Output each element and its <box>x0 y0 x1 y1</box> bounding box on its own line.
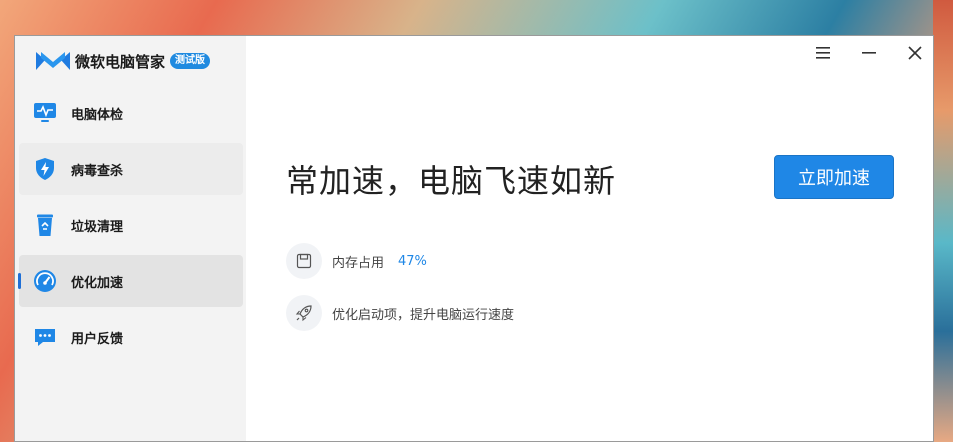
hamburger-icon <box>816 47 830 59</box>
speed-up-now-button[interactable]: 立即加速 <box>774 155 894 199</box>
chat-bubble-icon <box>35 329 55 346</box>
startup-optimize-row: 优化启动项，提升电脑运行速度 <box>286 295 514 331</box>
close-button[interactable] <box>901 43 929 63</box>
startup-optimize-label: 优化启动项，提升电脑运行速度 <box>332 307 515 323</box>
sidebar-item-label: 优化加速 <box>71 275 124 291</box>
sidebar-item-virus-scan[interactable]: 病毒查杀 <box>19 143 243 195</box>
recycle-bin-icon <box>37 214 53 236</box>
sidebar-item-label: 用户反馈 <box>71 331 124 347</box>
sidebar-item-pc-checkup[interactable]: 电脑体检 <box>19 87 243 139</box>
sidebar-item-label: 病毒查杀 <box>71 163 124 179</box>
menu-button[interactable] <box>809 43 837 63</box>
shield-bolt-icon <box>36 158 54 180</box>
save-disk-icon <box>296 253 312 269</box>
desktop-wallpaper-edge <box>933 0 953 442</box>
minimize-button[interactable] <box>855 43 883 63</box>
app-window: 微软电脑管家 测试版 电脑体检 病毒查杀 垃圾清理 优化加速 用户反馈 常加速，… <box>14 35 934 442</box>
app-brand: 微软电脑管家 测试版 <box>35 49 211 73</box>
sidebar-nav: 电脑体检 病毒查杀 垃圾清理 优化加速 用户反馈 <box>18 87 243 367</box>
sidebar: 微软电脑管家 测试版 电脑体检 病毒查杀 垃圾清理 优化加速 用户反馈 <box>15 36 246 441</box>
beta-badge: 测试版 <box>170 53 211 69</box>
app-name: 微软电脑管家 <box>75 52 166 71</box>
app-logo-icon <box>36 52 70 70</box>
speedometer-icon <box>34 270 56 292</box>
sidebar-item-label: 电脑体检 <box>71 107 124 123</box>
memory-usage-value: 47% <box>398 253 427 269</box>
minimize-icon <box>862 52 876 54</box>
startup-icon-wrap <box>286 295 322 331</box>
main-panel: 常加速，电脑飞速如新 立即加速 内存占用 47% 优化启动项，提升电脑运行速度 <box>246 36 933 441</box>
sidebar-item-feedback[interactable]: 用户反馈 <box>19 311 243 363</box>
active-indicator <box>18 273 21 289</box>
memory-usage-row: 内存占用 47% <box>286 243 427 279</box>
monitor-pulse-icon <box>34 103 56 122</box>
memory-usage-label: 内存占用 <box>332 255 385 271</box>
memory-icon-wrap <box>286 243 322 279</box>
sidebar-item-optimize[interactable]: 优化加速 <box>18 255 243 307</box>
sidebar-item-junk-cleanup[interactable]: 垃圾清理 <box>19 199 243 251</box>
page-headline: 常加速，电脑飞速如新 <box>286 162 617 200</box>
rocket-icon <box>295 305 312 322</box>
sidebar-item-label: 垃圾清理 <box>71 219 124 235</box>
close-icon <box>908 46 922 60</box>
